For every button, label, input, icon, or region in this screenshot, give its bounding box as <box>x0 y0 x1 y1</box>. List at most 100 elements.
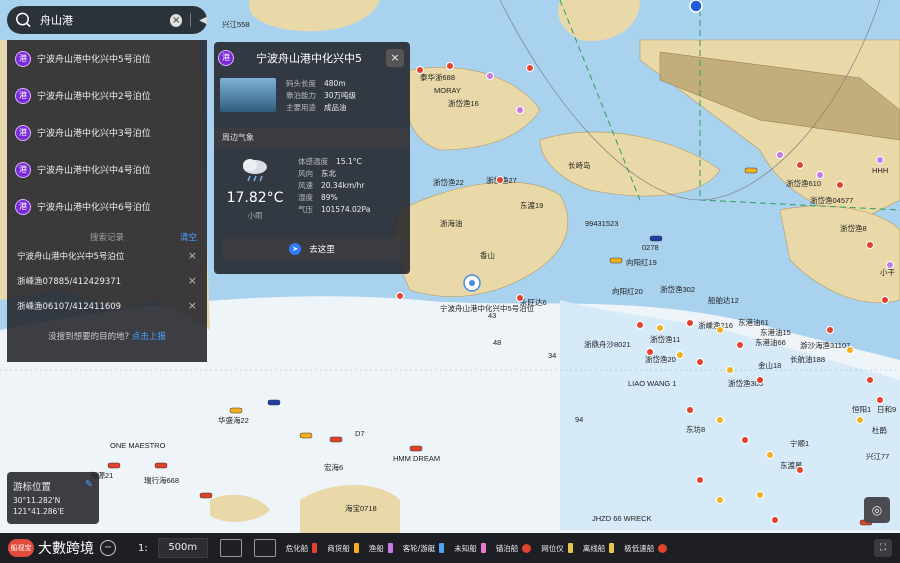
legend-item[interactable]: 未知船 <box>454 543 486 554</box>
ship-icon[interactable] <box>744 167 758 174</box>
history-item[interactable]: 浙嵊渔06107/412411609 × <box>7 293 207 318</box>
ship-icon[interactable] <box>649 235 663 242</box>
locate-button[interactable]: ◎ <box>864 497 890 523</box>
berth-detail-card: 港 宁波舟山港中化兴中5 × 码头长度 480m 靠泊能力 30万吨级 主要用途 成品… <box>214 42 410 274</box>
vessel-marker[interactable] <box>686 406 694 414</box>
search-bar[interactable]: × ◀ <box>7 6 207 34</box>
report-link[interactable]: 点击上报 <box>132 332 166 342</box>
clear-search-icon[interactable]: × <box>169 13 183 27</box>
vessel-marker[interactable] <box>726 366 734 374</box>
clear-history-button[interactable]: 清空 <box>180 231 197 243</box>
vessel-marker[interactable] <box>796 466 804 474</box>
vessel-marker[interactable] <box>716 326 724 334</box>
legend-item[interactable]: 极低速船 <box>624 543 668 554</box>
vessel-marker[interactable] <box>676 351 684 359</box>
vessel-marker[interactable] <box>496 176 504 184</box>
ship-icon[interactable] <box>329 436 343 443</box>
vessel-marker[interactable] <box>686 319 694 327</box>
vessel-marker[interactable] <box>486 72 494 80</box>
vessel-marker[interactable] <box>816 171 824 179</box>
vessel-marker[interactable] <box>876 156 884 164</box>
search-result-item[interactable]: 港 宁波舟山港中化兴中5号泊位 <box>7 40 207 77</box>
vessel-marker[interactable] <box>771 516 779 524</box>
field-value: 89% <box>321 193 338 202</box>
search-result-item[interactable]: 港 宁波舟山港中化兴中2号泊位 <box>7 77 207 114</box>
field-label: 体感温度 <box>298 157 328 166</box>
vessel-marker[interactable] <box>736 341 744 349</box>
ship-icon[interactable] <box>299 432 313 439</box>
vessel-marker[interactable] <box>766 451 774 459</box>
ship-icon[interactable] <box>154 462 168 469</box>
navigate-label: 去这里 <box>309 245 335 255</box>
search-result-item[interactable]: 港 宁波舟山港中化兴中4号泊位 <box>7 151 207 188</box>
ship-icon[interactable] <box>609 257 623 264</box>
history-item[interactable]: 宁波舟山港中化兴中5号泊位 × <box>7 243 207 268</box>
ship-icon[interactable] <box>267 399 281 406</box>
vessel-marker[interactable] <box>756 376 764 384</box>
vessel-marker[interactable] <box>756 491 764 499</box>
history-item[interactable]: 浙嵊渔07885/412429371 × <box>7 268 207 293</box>
measure-ruler-button[interactable] <box>253 539 276 557</box>
vessel-marker[interactable] <box>696 358 704 366</box>
legend-item[interactable]: 危化船 <box>286 543 318 554</box>
navigate-here-button[interactable]: ➤ 去这里 <box>222 238 402 260</box>
legend-item[interactable]: 渔船 <box>369 543 393 554</box>
net-buoy-icon <box>567 543 573 553</box>
close-card-button[interactable]: × <box>386 49 404 67</box>
zoom-out-button[interactable]: − <box>100 540 116 556</box>
vessel-marker[interactable] <box>866 241 874 249</box>
vessel-marker[interactable] <box>656 324 664 332</box>
vessel-marker[interactable] <box>636 321 644 329</box>
port-badge-icon: 港 <box>15 124 31 141</box>
collapse-panel-icon[interactable]: ◀ <box>199 15 207 26</box>
vessel-marker[interactable] <box>526 64 534 72</box>
legend-item[interactable]: 网位仪 <box>541 543 573 554</box>
layers-button[interactable] <box>219 539 242 557</box>
vessel-marker[interactable] <box>836 181 844 189</box>
berth-photo[interactable] <box>220 78 276 112</box>
remove-history-icon[interactable]: × <box>188 274 197 287</box>
vessel-marker[interactable] <box>876 396 884 404</box>
map-label: 向阳红20 <box>612 286 643 296</box>
vessel-marker[interactable] <box>516 106 524 114</box>
vessel-marker[interactable] <box>886 261 894 269</box>
fullscreen-button[interactable]: ⛶ <box>874 539 892 557</box>
ship-icon[interactable] <box>199 492 213 499</box>
ship-icon[interactable] <box>229 407 243 414</box>
vessel-marker[interactable] <box>866 376 874 384</box>
vessel-marker[interactable] <box>881 296 889 304</box>
vessel-marker[interactable] <box>646 348 654 356</box>
vessel-marker[interactable] <box>696 476 704 484</box>
cursor-lat: 30°11.282'N <box>13 496 61 505</box>
vessel-marker[interactable] <box>796 161 804 169</box>
vessel-marker[interactable] <box>856 416 864 424</box>
legend-item[interactable]: 锚泊船 <box>496 543 532 554</box>
legend-item[interactable]: 商货船 <box>327 543 359 554</box>
ship-icon[interactable] <box>107 462 121 469</box>
vessel-marker[interactable] <box>846 346 854 354</box>
vessel-marker[interactable] <box>776 151 784 159</box>
vessel-marker[interactable] <box>396 292 404 300</box>
vessel-marker[interactable] <box>446 62 454 70</box>
remove-history-icon[interactable]: × <box>188 299 197 312</box>
vessel-marker[interactable] <box>516 294 524 302</box>
search-input[interactable] <box>37 13 162 27</box>
map-label: 长航油188 <box>790 354 825 364</box>
map-label: 香山 <box>480 250 495 260</box>
edit-icon[interactable]: ✎ <box>85 479 93 493</box>
search-result-item[interactable]: 港 宁波舟山港中化兴中6号泊位 <box>7 188 207 225</box>
legend-item[interactable]: 客轮/游艇 <box>403 543 445 554</box>
ship-icon[interactable] <box>409 445 423 452</box>
vessel-marker[interactable] <box>716 416 724 424</box>
remove-history-icon[interactable]: × <box>188 249 197 262</box>
map-label: 船舶达12 <box>708 295 739 305</box>
search-result-item[interactable]: 港 宁波舟山港中化兴中3号泊位 <box>7 114 207 151</box>
logo-mark: 船视宝 <box>8 539 34 557</box>
vessel-marker[interactable] <box>716 496 724 504</box>
vessel-marker[interactable] <box>741 436 749 444</box>
vessel-marker[interactable] <box>826 326 834 334</box>
vessel-marker[interactable] <box>416 66 424 74</box>
scale-value[interactable]: 500m <box>157 538 208 558</box>
anchored-vessel-icon <box>522 543 532 553</box>
legend-item[interactable]: 离线船 <box>583 543 615 554</box>
